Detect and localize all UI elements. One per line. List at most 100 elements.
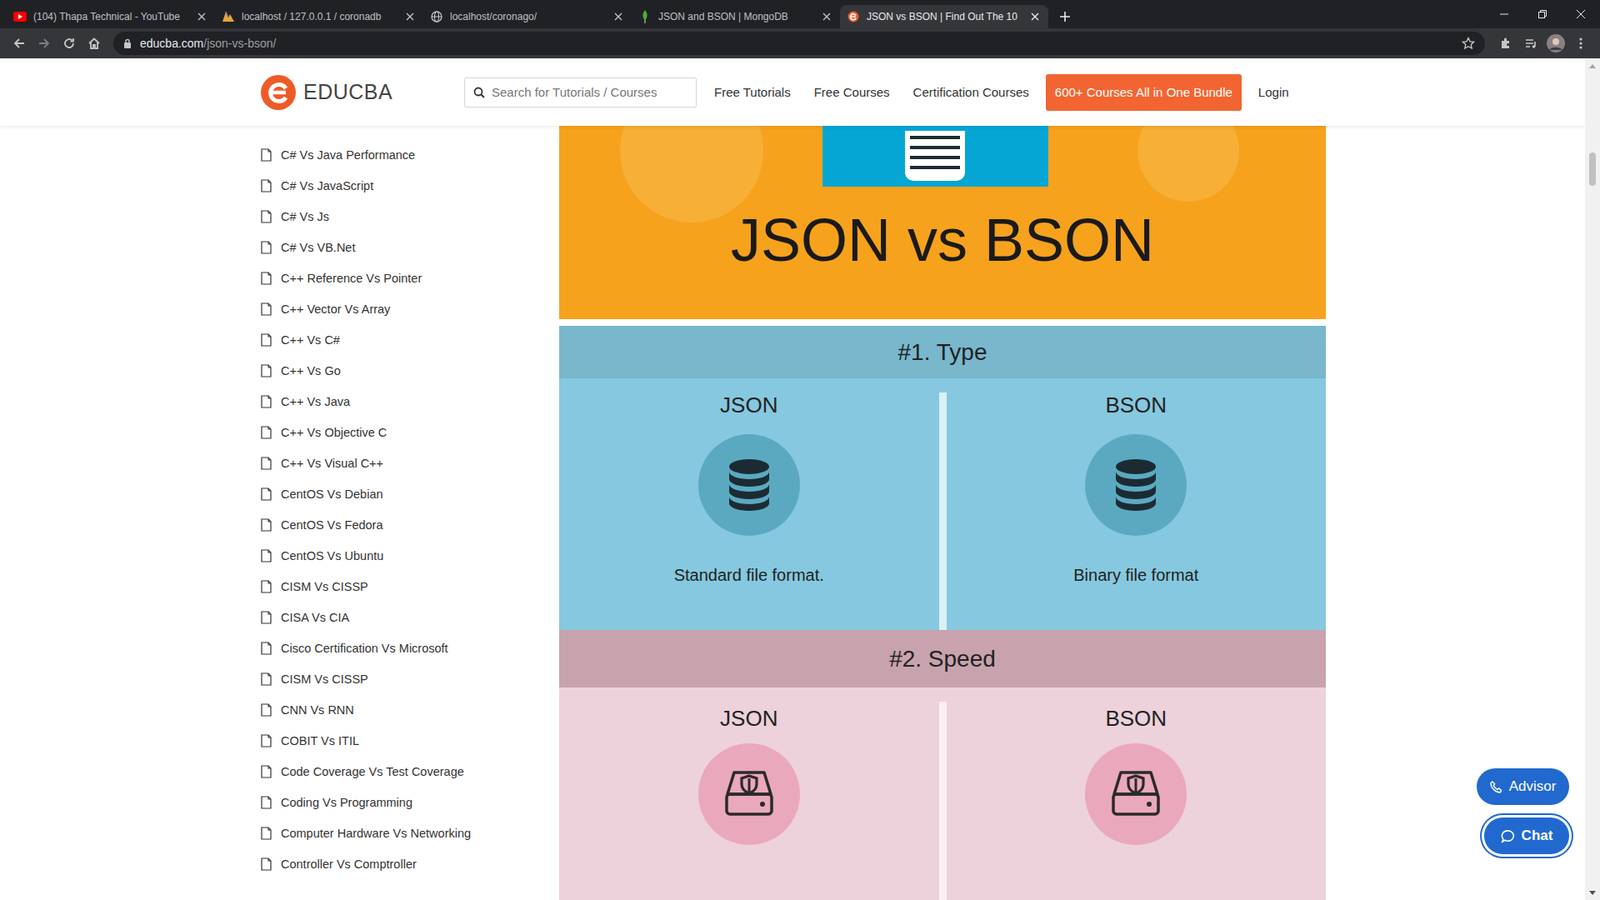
sidebar-item[interactable]: Cisco Certification Vs Microsoft bbox=[260, 632, 560, 664]
bundle-button[interactable]: 600+ Courses All in One Bundle bbox=[1045, 74, 1242, 111]
nav-link[interactable]: Certification Courses bbox=[913, 85, 1030, 100]
document-icon bbox=[260, 425, 272, 440]
close-icon[interactable] bbox=[1028, 10, 1042, 24]
media-icon[interactable] bbox=[1518, 30, 1544, 56]
sidebar-item-label: Computer Hardware Vs Networking bbox=[280, 826, 471, 840]
document-icon bbox=[260, 672, 272, 686]
web-page: EDUCBA Free Tutorials Free Courses Certific… bbox=[0, 58, 1600, 900]
search-input[interactable] bbox=[491, 85, 688, 100]
sidebar-item[interactable]: Computer Hardware Vs Networking bbox=[260, 817, 560, 849]
sidebar-item[interactable]: C++ Vs Go bbox=[260, 355, 560, 386]
close-icon[interactable] bbox=[611, 10, 625, 24]
document-icon bbox=[260, 610, 272, 625]
sidebar-item[interactable]: COBIT Vs ITIL bbox=[260, 725, 560, 756]
extensions-icon[interactable] bbox=[1493, 30, 1519, 56]
sidebar-item-label: C++ Vs Go bbox=[280, 364, 341, 378]
star-icon[interactable] bbox=[1461, 36, 1475, 50]
browser-tab[interactable]: localhost / 127.0.0.1 / coronadb bbox=[215, 5, 424, 29]
browser-tab[interactable]: JSON vs BSON | Find Out The 10 bbox=[840, 5, 1049, 29]
sidebar-item[interactable]: CISM Vs CISSP bbox=[260, 663, 560, 695]
sidebar-item[interactable]: CentOS Vs Ubuntu bbox=[260, 540, 560, 571]
sidebar-item[interactable]: Controller Vs Comptroller bbox=[260, 848, 560, 880]
sidebar-item-label: C++ Vs C# bbox=[280, 333, 340, 347]
sidebar-item[interactable]: CentOS Vs Debian bbox=[260, 478, 560, 510]
sidebar-item-label: Code Coverage Vs Test Coverage bbox=[280, 765, 465, 779]
sidebar-item[interactable]: C# Vs VB.Net bbox=[260, 231, 560, 263]
mongodb-favicon-icon bbox=[638, 10, 652, 24]
column-divider bbox=[939, 701, 947, 900]
nav-link[interactable]: Free Courses bbox=[814, 85, 890, 100]
section-heading: #2. Speed bbox=[559, 630, 1326, 688]
sidebar-item[interactable]: CNN Vs RNN bbox=[260, 694, 560, 725]
database-icon bbox=[698, 434, 800, 536]
server-illustration bbox=[822, 125, 1049, 187]
nav-link[interactable]: Free Tutorials bbox=[714, 85, 791, 100]
chat-button[interactable]: Chat bbox=[1484, 817, 1570, 855]
sidebar-item[interactable]: C++ Vs Objective C bbox=[260, 416, 560, 448]
new-tab-icon[interactable] bbox=[1053, 5, 1077, 29]
sidebar-item[interactable]: C++ Vs Visual C++ bbox=[260, 447, 560, 479]
sidebar-item-label: CentOS Vs Debian bbox=[280, 487, 384, 501]
comparison-column: BSON bbox=[946, 687, 1327, 900]
comparison-column: JSON bbox=[559, 687, 940, 900]
sidebar-item[interactable]: C++ Vs Java bbox=[260, 385, 560, 417]
address-bar[interactable]: educba.com/json-vs-bson/ bbox=[113, 31, 1485, 55]
scroll-thumb[interactable] bbox=[1589, 152, 1596, 186]
sidebar-item-label: C++ Vs Visual C++ bbox=[280, 456, 384, 470]
reload-icon[interactable] bbox=[56, 30, 82, 56]
sidebar-item[interactable]: CentOS Vs Fedora bbox=[260, 509, 560, 540]
tab-label: localhost/coronago/ bbox=[450, 10, 605, 23]
back-icon[interactable] bbox=[6, 30, 32, 56]
close-icon[interactable] bbox=[195, 10, 209, 24]
scroll-up-icon[interactable] bbox=[1589, 58, 1596, 73]
drive-icon bbox=[1085, 743, 1187, 845]
site-logo[interactable]: EDUCBA bbox=[260, 74, 465, 111]
sidebar-item-label: C++ Vs Objective C bbox=[280, 425, 387, 440]
chat-label: Chat bbox=[1521, 827, 1554, 845]
infographic-title: JSON vs BSON bbox=[730, 205, 1155, 275]
column-caption: Standard file format. bbox=[674, 565, 825, 585]
scroll-down-icon[interactable] bbox=[1589, 885, 1596, 900]
comparison-column: BSONBinary file format bbox=[946, 378, 1327, 630]
url-text: educba.com/json-vs-bson/ bbox=[140, 36, 276, 50]
search-box[interactable] bbox=[464, 77, 697, 108]
sidebar-item[interactable]: Coding Vs Programming bbox=[260, 786, 560, 818]
browser-tab[interactable]: (104) Thapa Technical - YouTube bbox=[6, 5, 215, 29]
sidebar-item[interactable]: CISM Vs CISSP bbox=[260, 570, 560, 602]
restore-icon[interactable] bbox=[1523, 0, 1562, 29]
sidebar-item-label: CNN Vs RNN bbox=[280, 703, 355, 717]
minimize-icon[interactable] bbox=[1485, 0, 1524, 29]
sidebar-item[interactable]: C# Vs Js bbox=[260, 200, 560, 232]
logo-text: EDUCBA bbox=[303, 80, 393, 105]
sidebar-item[interactable]: C++ Vs C# bbox=[260, 324, 560, 355]
sidebar-item[interactable]: C++ Vector Vs Array bbox=[260, 293, 560, 325]
sidebar-item[interactable]: C# Vs Java Performance bbox=[260, 139, 560, 170]
forward-icon[interactable] bbox=[31, 30, 57, 56]
sidebar-item-label: Cisco Certification Vs Microsoft bbox=[280, 641, 449, 655]
sidebar-item[interactable]: C++ Reference Vs Pointer bbox=[260, 262, 560, 294]
browser-toolbar: educba.com/json-vs-bson/ bbox=[0, 28, 1600, 59]
comparison-body: JSON Standard file format. BSONBinary file… bbox=[559, 378, 1326, 630]
separator bbox=[559, 319, 1326, 326]
sidebar-item-label: C++ Vector Vs Array bbox=[280, 302, 390, 316]
advisor-button[interactable]: Advisor bbox=[1476, 768, 1570, 805]
document-icon bbox=[260, 826, 272, 840]
column-label: JSON bbox=[720, 705, 778, 732]
home-icon[interactable] bbox=[81, 30, 107, 56]
browser-tab[interactable]: localhost/coronago/ bbox=[423, 5, 632, 29]
close-icon[interactable] bbox=[820, 10, 834, 24]
close-icon[interactable] bbox=[403, 10, 417, 24]
site-header: EDUCBA Free Tutorials Free Courses Certific… bbox=[0, 58, 1585, 126]
column-label: JSON bbox=[720, 391, 778, 419]
login-link[interactable]: Login bbox=[1258, 85, 1290, 100]
browser-tab[interactable]: JSON and BSON | MongoDB bbox=[631, 5, 840, 29]
scrollbar[interactable] bbox=[1585, 58, 1600, 900]
close-window-icon[interactable] bbox=[1561, 0, 1600, 29]
phone-icon bbox=[1490, 780, 1503, 794]
menu-icon[interactable] bbox=[1568, 30, 1594, 56]
sidebar-item[interactable]: Code Coverage Vs Test Coverage bbox=[260, 755, 560, 787]
column-label: BSON bbox=[1105, 391, 1167, 419]
avatar-icon[interactable] bbox=[1543, 30, 1569, 56]
sidebar-item[interactable]: CISA Vs CIA bbox=[260, 601, 560, 633]
sidebar-item[interactable]: C# Vs JavaScript bbox=[260, 170, 560, 201]
